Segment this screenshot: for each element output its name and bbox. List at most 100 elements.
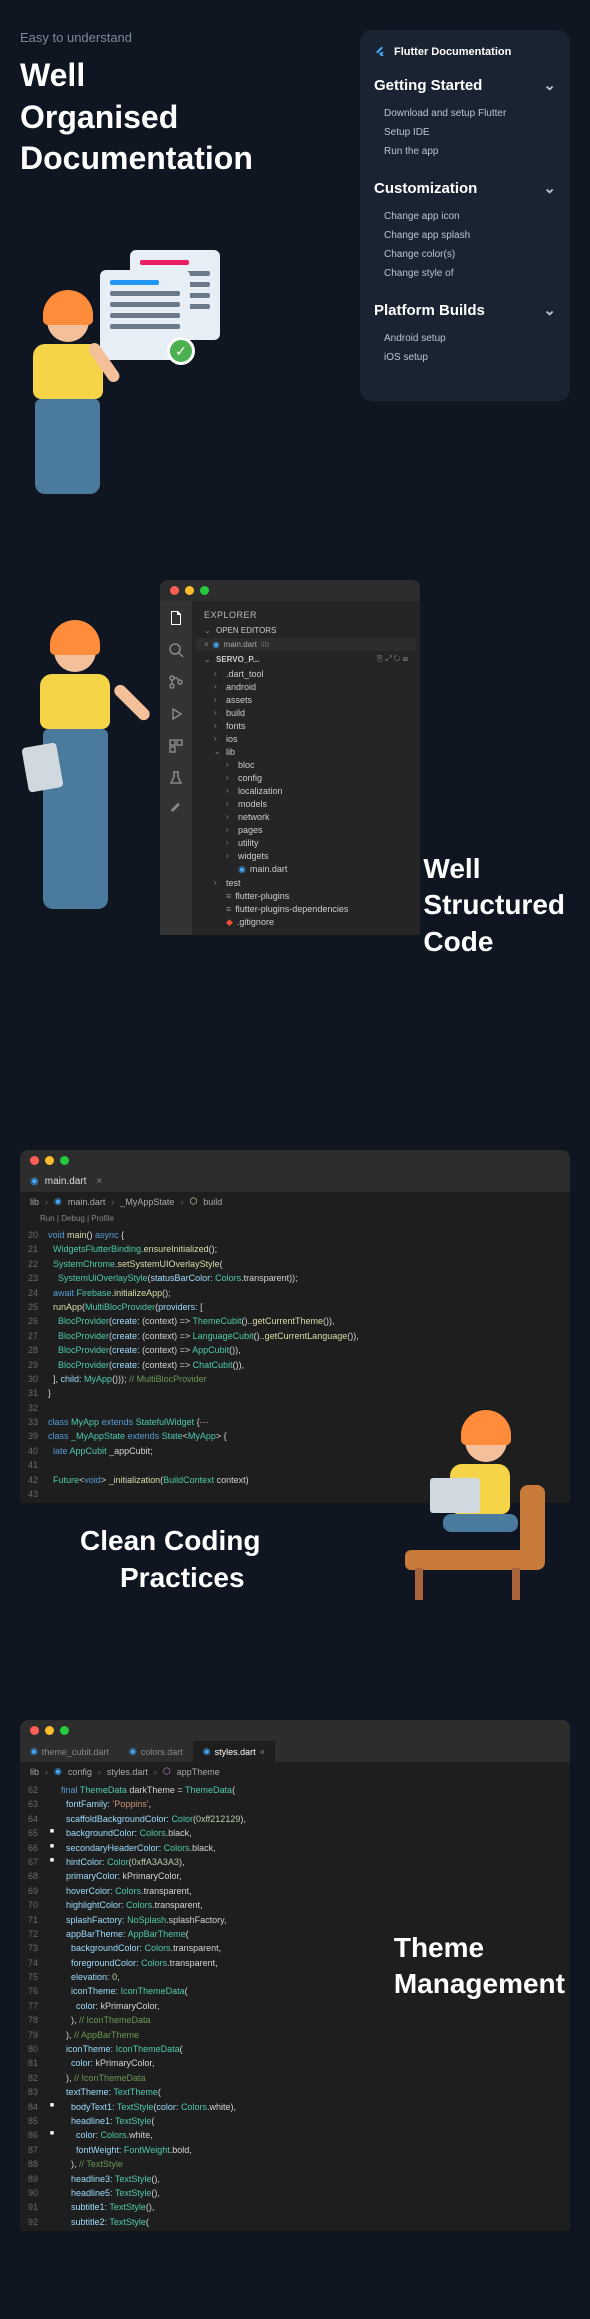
editor-tab[interactable]: ◉ styles.dart × <box>193 1741 275 1762</box>
doc-item[interactable]: Change app icon <box>374 207 556 226</box>
tree-folder[interactable]: ›test <box>196 876 416 889</box>
code-line: 83 textTheme: TextTheme( <box>20 2085 570 2099</box>
close-dot[interactable] <box>30 1156 39 1165</box>
code-line: 30 ], child: MyApp())); // MultiBlocProv… <box>20 1372 570 1386</box>
project-root[interactable]: ⌄SERVO_P...⎘ ⤢ ↻ ⊞ <box>196 651 416 667</box>
open-tab[interactable]: × ◉ main.dart lib <box>196 638 416 651</box>
files-icon[interactable] <box>167 609 185 627</box>
tree-folder[interactable]: ›pages <box>196 823 416 836</box>
tree-folder[interactable]: ›.dart_tool <box>196 667 416 680</box>
open-editors-section[interactable]: ⌄OPEN EDITORS <box>196 623 416 638</box>
code-line: 21 WidgetsFlutterBinding.ensureInitializ… <box>20 1242 570 1256</box>
tree-file[interactable]: ≡ flutter-plugins-dependencies <box>196 902 416 915</box>
window-titlebar <box>160 580 420 601</box>
code-lens[interactable]: Run | Debug | Profile <box>20 1211 570 1226</box>
search-icon[interactable] <box>167 641 185 659</box>
close-dot[interactable] <box>170 586 179 595</box>
maximize-dot[interactable] <box>60 1156 69 1165</box>
doc-item[interactable]: Download and setup Flutter <box>374 104 556 123</box>
close-dot[interactable] <box>30 1726 39 1735</box>
tree-folder[interactable]: ›assets <box>196 693 416 706</box>
code-line: 87 fontWeight: FontWeight.bold, <box>20 2143 570 2157</box>
minimize-dot[interactable] <box>185 586 194 595</box>
tree-folder[interactable]: ›android <box>196 680 416 693</box>
code-line: 92 subtitle2: TextStyle( <box>20 2215 570 2229</box>
extensions-icon[interactable] <box>167 737 185 755</box>
code-line: 70 highlightColor: Colors.transparent, <box>20 1898 570 1912</box>
source-control-icon[interactable] <box>167 673 185 691</box>
tree-folder[interactable]: ⌄lib <box>196 745 416 758</box>
code-line: 90 headline5: TextStyle(), <box>20 2186 570 2200</box>
papers-illustration: ✓ <box>100 250 220 360</box>
character-illustration <box>395 1420 570 1600</box>
tree-folder[interactable]: ›utility <box>196 836 416 849</box>
tree-folder[interactable]: ›network <box>196 810 416 823</box>
window-titlebar <box>20 1720 570 1741</box>
tablet-illustration <box>21 742 63 792</box>
code-line: 84■ bodyText1: TextStyle(color: Colors.w… <box>20 2100 570 2114</box>
title-line: Management <box>394 1966 565 2002</box>
doc-item[interactable]: Android setup <box>374 329 556 348</box>
code-line: 62 final ThemeData darkTheme = ThemeData… <box>20 1783 570 1797</box>
editor-tab[interactable]: ◉ colors.dart <box>119 1741 193 1762</box>
minimize-dot[interactable] <box>45 1156 54 1165</box>
chevron-down-icon: ⌄ <box>543 179 556 197</box>
code-body[interactable]: 62 final ThemeData darkTheme = ThemeData… <box>20 1781 570 2231</box>
editor-tab[interactable]: ◉main.dart× <box>20 1171 570 1192</box>
code-line: 86■ color: Colors.white, <box>20 2128 570 2142</box>
documentation-panel: Flutter Documentation Getting Started⌄ Do… <box>360 30 570 401</box>
minimize-dot[interactable] <box>45 1726 54 1735</box>
tree-folder[interactable]: ›fonts <box>196 719 416 732</box>
section-structured-code: EXPLORER ⌄OPEN EDITORS × ◉ main.dart lib… <box>0 540 590 1120</box>
chevron-down-icon: ⌄ <box>543 301 556 319</box>
code-line: 79 ), // AppBarTheme <box>20 2028 570 2042</box>
tree-folder[interactable]: ›bloc <box>196 758 416 771</box>
doc-group: Getting Started⌄ Download and setup Flutt… <box>374 76 556 161</box>
doc-group: Platform Builds⌄ Android setupiOS setup <box>374 301 556 367</box>
tree-folder[interactable]: ›ios <box>196 732 416 745</box>
title-line: Structured <box>423 887 565 923</box>
tree-folder[interactable]: ›models <box>196 797 416 810</box>
doc-item[interactable]: Change app splash <box>374 226 556 245</box>
testing-icon[interactable] <box>167 769 185 787</box>
code-line: 27 BlocProvider(create: (context) => Lan… <box>20 1329 570 1343</box>
doc-item[interactable]: Change style of <box>374 264 556 283</box>
code-line: 23 SystemUiOverlayStyle(statusBarColor: … <box>20 1271 570 1285</box>
code-line: 65■ backgroundColor: Colors.black, <box>20 1826 570 1840</box>
tree-folder[interactable]: ›widgets <box>196 849 416 862</box>
tree-file[interactable]: ◆ .gitignore <box>196 915 416 929</box>
doc-item[interactable]: iOS setup <box>374 348 556 367</box>
code-line: 66■ secondaryHeaderColor: Colors.black, <box>20 1841 570 1855</box>
code-line: 78 ), // IconThemeData <box>20 2013 570 2027</box>
tree-file[interactable]: ≡ flutter-plugins <box>196 889 416 902</box>
doc-section-title[interactable]: Getting Started⌄ <box>374 76 556 94</box>
section-clean-coding: ◉main.dart× lib › ◉ main.dart › _MyAppSt… <box>0 1120 590 1690</box>
breadcrumb[interactable]: lib › ◉ config › styles.dart › ⬡ appThem… <box>20 1762 570 1781</box>
title-line: Well <box>423 851 565 887</box>
maximize-dot[interactable] <box>60 1726 69 1735</box>
tree-folder[interactable]: ›config <box>196 771 416 784</box>
tree-folder[interactable]: ›build <box>196 706 416 719</box>
code-line: 24 await Firebase.initializeApp(); <box>20 1286 570 1300</box>
doc-section-title[interactable]: Platform Builds⌄ <box>374 301 556 319</box>
tree-folder[interactable]: ›localization <box>196 784 416 797</box>
doc-header-text: Flutter Documentation <box>394 46 511 58</box>
title-line: Theme <box>394 1930 565 1966</box>
tree-file[interactable]: ◉ main.dart <box>196 862 416 876</box>
code-line: 26 BlocProvider(create: (context) => The… <box>20 1314 570 1328</box>
doc-panel-header: Flutter Documentation <box>374 46 556 58</box>
maximize-dot[interactable] <box>200 586 209 595</box>
breadcrumb[interactable]: lib › ◉ main.dart › _MyAppState › ⬡ buil… <box>20 1192 570 1211</box>
flutter-icon[interactable] <box>167 801 185 819</box>
debug-icon[interactable] <box>167 705 185 723</box>
code-line: 91 subtitle1: TextStyle(), <box>20 2200 570 2214</box>
doc-section-title[interactable]: Customization⌄ <box>374 179 556 197</box>
code-line: 85 headline1: TextStyle( <box>20 2114 570 2128</box>
editor-tab[interactable]: ◉ theme_cubit.dart <box>20 1741 119 1762</box>
section-title: Well Structured Code <box>423 851 565 960</box>
window-titlebar <box>20 1150 570 1171</box>
doc-item[interactable]: Run the app <box>374 142 556 161</box>
code-line: 80 iconTheme: IconThemeData( <box>20 2042 570 2056</box>
doc-item[interactable]: Change color(s) <box>374 245 556 264</box>
doc-item[interactable]: Setup IDE <box>374 123 556 142</box>
